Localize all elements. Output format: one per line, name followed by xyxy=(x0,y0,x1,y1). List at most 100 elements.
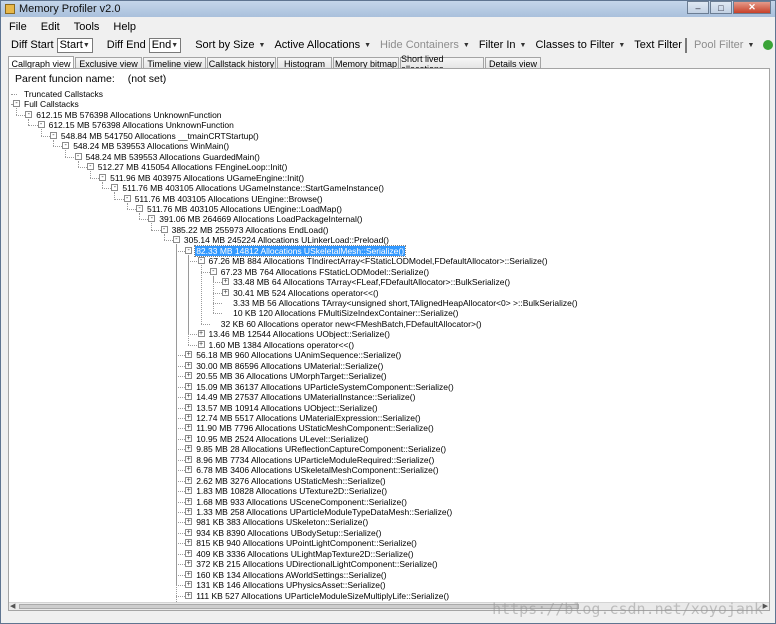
text-filter-input[interactable] xyxy=(684,37,687,53)
expand-icon[interactable]: + xyxy=(185,581,193,589)
tree-node[interactable]: +14.49 MB 27537 Allocations UMaterialIns… xyxy=(185,392,415,402)
tree-node[interactable]: -385.22 MB 255973 Allocations EndLoad() xyxy=(160,225,328,235)
tree-node[interactable]: -548.24 MB 539553 Allocations GuardedMai… xyxy=(74,152,260,162)
tree-node[interactable]: -67.26 MB 884 Allocations TIndirectArray… xyxy=(197,256,548,266)
tree-node[interactable]: +1.83 MB 10828 Allocations UTexture2D::S… xyxy=(185,486,387,496)
filter-in-dropdown[interactable]: Filter In ▼ xyxy=(479,39,527,51)
sort-by-size-dropdown[interactable]: Sort by Size ▼ xyxy=(195,39,265,51)
classes-to-filter-dropdown[interactable]: Classes to Filter ▼ xyxy=(535,39,625,51)
tree-node[interactable]: +13.46 MB 12544 Allocations UObject::Ser… xyxy=(197,329,390,339)
expand-icon[interactable]: + xyxy=(185,413,193,421)
tree-node[interactable]: +981 KB 383 Allocations USkeleton::Seria… xyxy=(185,517,368,527)
menu-help[interactable]: Help xyxy=(113,21,136,33)
tree-node[interactable]: +160 KB 134 Allocations AWorldSettings::… xyxy=(185,570,387,580)
menu-tools[interactable]: Tools xyxy=(74,21,100,33)
tree-node[interactable]: +1.60 MB 1384 Allocations operator<<() xyxy=(197,340,354,350)
tree-node[interactable]: -305.14 MB 245224 Allocations ULinkerLoa… xyxy=(172,235,389,245)
expand-icon[interactable]: + xyxy=(185,403,193,411)
collapse-icon[interactable]: - xyxy=(86,163,94,171)
collapse-icon[interactable]: - xyxy=(111,184,119,192)
expand-icon[interactable]: + xyxy=(197,340,205,348)
tree-node[interactable]: +111 KB 527 Allocations UParticleModuleS… xyxy=(185,591,449,601)
close-button[interactable]: ✕ xyxy=(733,1,771,14)
collapse-icon[interactable]: - xyxy=(62,142,70,150)
tree-node[interactable]: +8.96 MB 7734 Allocations UParticleModul… xyxy=(185,455,434,465)
tree-node[interactable]: -391.06 MB 264669 Allocations LoadPackag… xyxy=(148,214,363,224)
tree-node[interactable]: +6.78 MB 3406 Allocations USkeletalMeshC… xyxy=(185,465,439,475)
expand-icon[interactable]: + xyxy=(185,455,193,463)
tree-node[interactable]: -612.15 MB 576398 Allocations UnknownFun… xyxy=(25,110,222,120)
tree-node[interactable]: +20.55 MB 36 Allocations UMorphTarget::S… xyxy=(185,371,387,381)
expand-icon[interactable]: + xyxy=(185,393,193,401)
tree-node[interactable]: +372 KB 215 Allocations UDirectionalLigh… xyxy=(185,559,438,569)
collapse-icon[interactable]: - xyxy=(74,152,82,160)
expand-icon[interactable]: + xyxy=(185,560,193,568)
tree-node[interactable]: 32 KB 60 Allocations operator new<FMeshB… xyxy=(210,319,482,329)
expand-icon[interactable]: + xyxy=(185,466,193,474)
diff-end-select[interactable]: End ▼ xyxy=(148,37,182,53)
expand-icon[interactable]: + xyxy=(185,528,193,536)
expand-icon[interactable]: + xyxy=(185,351,193,359)
tree-node[interactable]: -512.27 MB 415054 Allocations FEngineLoo… xyxy=(86,162,287,172)
pool-filter-dropdown[interactable]: Pool Filter ▼ xyxy=(694,39,754,51)
expand-icon[interactable]: + xyxy=(185,382,193,390)
collapse-icon[interactable]: - xyxy=(136,204,143,212)
collapse-icon[interactable]: - xyxy=(172,236,180,244)
callgraph-tree[interactable]: Truncated Callstacks - Full Callstacks -612… xyxy=(9,88,769,609)
collapse-icon[interactable]: - xyxy=(209,267,217,275)
expand-icon[interactable]: + xyxy=(185,361,193,369)
collapse-icon[interactable]: - xyxy=(37,121,45,129)
expand-icon[interactable]: + xyxy=(185,487,193,495)
tree-node[interactable]: -82.33 MB 14812 Allocations USkeletalMes… xyxy=(185,244,407,257)
tree-node[interactable]: -511.76 MB 403105 Allocations UEngine::L… xyxy=(136,204,342,214)
tree-node[interactable]: -548.84 MB 541750 Allocations __tmainCRT… xyxy=(49,131,259,141)
collapse-icon[interactable]: - xyxy=(25,110,33,118)
tree-node[interactable]: - Full Callstacks xyxy=(13,99,79,109)
tree-node[interactable]: +409 KB 3336 Allocations ULightMapTextur… xyxy=(185,549,414,559)
tree-node[interactable]: -511.96 MB 403975 Allocations UGameEngin… xyxy=(99,173,304,183)
collapse-icon[interactable]: - xyxy=(13,100,20,108)
collapse-icon[interactable]: - xyxy=(148,215,156,223)
go-button[interactable]: Go xyxy=(763,39,776,51)
active-allocations-dropdown[interactable]: Active Allocations ▼ xyxy=(274,39,371,51)
collapse-icon[interactable]: - xyxy=(123,194,131,202)
expand-icon[interactable]: + xyxy=(185,539,193,547)
tree-node[interactable]: +12.74 MB 5517 Allocations UMaterialExpr… xyxy=(185,413,421,423)
tree-node[interactable]: +10.95 MB 2524 Allocations ULevel::Seria… xyxy=(185,434,369,444)
tree-node[interactable]: Truncated Callstacks xyxy=(13,89,103,99)
tree-node[interactable]: +131 KB 146 Allocations UPhysicsAsset::S… xyxy=(185,580,386,590)
scroll-right-icon[interactable]: ▶ xyxy=(763,603,768,610)
expand-icon[interactable]: + xyxy=(185,518,193,526)
expand-icon[interactable]: + xyxy=(185,497,193,505)
tree-node[interactable]: +15.09 MB 36137 Allocations UParticleSys… xyxy=(185,382,454,392)
tree-node[interactable]: +33.48 MB 64 Allocations TArray<FLeaf,FD… xyxy=(222,277,510,287)
hide-containers-dropdown[interactable]: Hide Containers ▼ xyxy=(380,39,470,51)
expand-icon[interactable]: + xyxy=(185,372,193,380)
collapse-icon[interactable]: - xyxy=(99,173,107,181)
tree-node[interactable]: +1.68 MB 933 Allocations USceneComponent… xyxy=(185,497,407,507)
tree-node[interactable]: +30.00 MB 86596 Allocations UMaterial::S… xyxy=(185,361,383,371)
collapse-icon[interactable]: - xyxy=(49,131,57,139)
tree-node[interactable]: +11.90 MB 7796 Allocations UStaticMeshCo… xyxy=(185,423,434,433)
expand-icon[interactable]: + xyxy=(185,434,193,442)
expand-icon[interactable]: + xyxy=(222,278,230,286)
tree-node[interactable]: 10 KB 120 Allocations FMultiSizeIndexCon… xyxy=(222,308,458,318)
expand-icon[interactable]: + xyxy=(185,424,193,432)
maximize-button[interactable]: □ xyxy=(710,1,732,14)
expand-icon[interactable]: + xyxy=(185,476,193,484)
collapse-icon[interactable]: - xyxy=(185,246,193,254)
minimize-button[interactable]: – xyxy=(687,1,709,14)
collapse-icon[interactable]: - xyxy=(197,257,205,265)
tree-node[interactable]: -511.76 MB 403105 Allocations UEngine::B… xyxy=(123,194,323,204)
tree-node[interactable]: +30.41 MB 524 Allocations operator<<() xyxy=(222,288,379,298)
tree-node[interactable]: +9.85 MB 28 Allocations UReflectionCaptu… xyxy=(185,444,446,454)
tree-node[interactable]: +934 KB 8390 Allocations UBodySetup::Ser… xyxy=(185,528,381,538)
tree-node[interactable]: -67.23 MB 764 Allocations FStaticLODMode… xyxy=(209,267,429,277)
tree-node[interactable]: +1.33 MB 258 Allocations UParticleModule… xyxy=(185,507,452,517)
tree-node[interactable]: -511.76 MB 403105 Allocations UGameInsta… xyxy=(111,183,384,193)
tree-node[interactable]: +13.57 MB 10914 Allocations UObject::Ser… xyxy=(185,403,378,413)
expand-icon[interactable]: + xyxy=(185,570,193,578)
tree-node[interactable]: -612.15 MB 576398 Allocations UnknownFun… xyxy=(37,120,234,130)
tree-node[interactable]: -548.24 MB 539553 Allocations WinMain() xyxy=(62,141,229,151)
expand-icon[interactable]: + xyxy=(185,549,193,557)
